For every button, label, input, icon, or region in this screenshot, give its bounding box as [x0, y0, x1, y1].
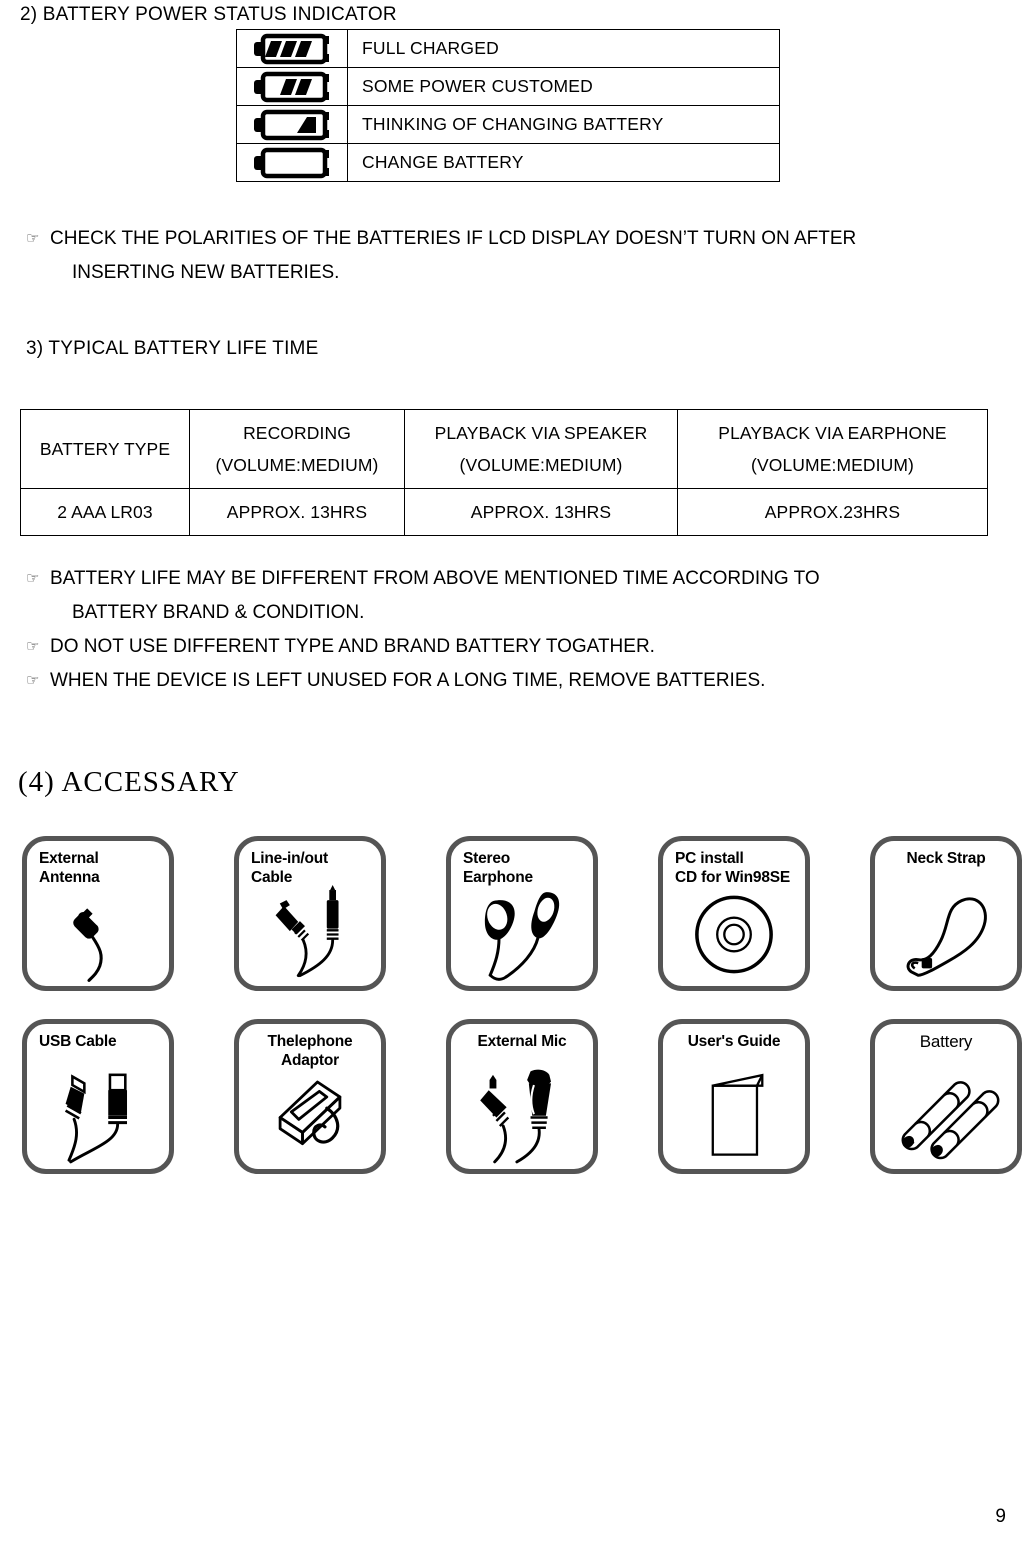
telephone-adaptor-icon [239, 1068, 381, 1167]
battery-indicator-heading: 2) BATTERY POWER STATUS INDICATOR [20, 4, 397, 25]
table-row: 2 AAA LR03 APPROX. 13HRS APPROX. 13HRS A… [20, 488, 988, 536]
pointing-hand-icon: ☞ [26, 638, 40, 655]
accessary-grid: External Antenna Line-in/out Cable Stere… [22, 836, 1022, 1202]
note-item: ☞ WHEN THE DEVICE IS LEFT UNUSED FOR A L… [26, 664, 1010, 698]
pointing-hand-icon: ☞ [26, 570, 40, 587]
column-header-battery-type: BATTERY TYPE [20, 409, 190, 489]
cell-recording: APPROX. 13HRS [189, 488, 405, 536]
table-header-row: BATTERY TYPE RECORDING (VOLUME:MEDIUM) P… [20, 409, 988, 489]
note-line1: WHEN THE DEVICE IS LEFT UNUSED FOR A LON… [50, 670, 766, 691]
battery-full-icon [254, 33, 329, 64]
accessary-label: External Mic [477, 1033, 567, 1050]
note-item: ☞ BATTERY LIFE MAY BE DIFFERENT FROM ABO… [26, 562, 1010, 630]
accessary-item-battery: Battery [870, 1019, 1022, 1174]
cd-disc-icon [663, 885, 805, 984]
cell-battery-type: 2 AAA LR03 [20, 488, 190, 536]
table-row: SOME POWER CUSTOMED [236, 67, 780, 106]
battery-two-bar-icon [254, 71, 329, 102]
accessary-item-neck-strap: Neck Strap [870, 836, 1022, 991]
audio-cable-icon [239, 885, 381, 984]
accessary-label: Battery [919, 1032, 973, 1051]
table-row: CHANGE BATTERY [236, 143, 780, 182]
table-row: THINKING OF CHANGING BATTERY [236, 105, 780, 144]
accessary-item-external-mic: External Mic [446, 1019, 598, 1174]
accessary-label: Stereo Earphone [463, 850, 533, 886]
accessary-row-2: USB Cable Thelephone Adaptor External Mi… [22, 1019, 1022, 1174]
battery-status-label: CHANGE BATTERY [347, 143, 780, 182]
battery-one-bar-icon-cell [236, 105, 348, 144]
note-line2: BATTERY BRAND & CONDITION. [72, 602, 365, 623]
battery-life-table: BATTERY TYPE RECORDING (VOLUME:MEDIUM) P… [20, 409, 988, 536]
note-line1: BATTERY LIFE MAY BE DIFFERENT FROM ABOVE… [50, 568, 820, 589]
accessary-item-stereo-earphone: Stereo Earphone [446, 836, 598, 991]
booklet-icon [663, 1068, 805, 1167]
accessary-label: Line-in/out Cable [251, 850, 329, 886]
note-polarities: ☞ CHECK THE POLARITIES OF THE BATTERIES … [26, 222, 1010, 290]
battery-two-bar-icon-cell [236, 67, 348, 106]
accessary-label: Neck Strap [906, 850, 986, 867]
cell-speaker: APPROX. 13HRS [404, 488, 678, 536]
battery-empty-icon [254, 147, 329, 178]
note-line1: DO NOT USE DIFFERENT TYPE AND BRAND BATT… [50, 636, 655, 657]
antenna-plug-icon [27, 885, 169, 984]
aaa-batteries-icon [875, 1068, 1017, 1167]
column-header-playback-speaker: PLAYBACK VIA SPEAKER (VOLUME:MEDIUM) [404, 409, 678, 489]
battery-status-label: SOME POWER CUSTOMED [347, 67, 780, 106]
battery-status-label: THINKING OF CHANGING BATTERY [347, 105, 780, 144]
accessary-row-1: External Antenna Line-in/out Cable Stere… [22, 836, 1022, 991]
note-polarities-line1: CHECK THE POLARITIES OF THE BATTERIES IF… [50, 228, 857, 249]
external-mic-icon [451, 1068, 593, 1167]
document-page: 2) BATTERY POWER STATUS INDICATOR FULL C… [0, 0, 1030, 1542]
earphone-icon [451, 885, 593, 984]
table-row: FULL CHARGED [236, 29, 780, 68]
accessary-item-external-antenna: External Antenna [22, 836, 174, 991]
battery-status-label: FULL CHARGED [347, 29, 780, 68]
battery-one-bar-icon [254, 109, 329, 140]
pointing-hand-icon: ☞ [26, 230, 40, 247]
accessary-item-users-guide: User's Guide [658, 1019, 810, 1174]
cell-earphone: APPROX.23HRS [677, 488, 988, 536]
accessary-label: User's Guide [687, 1033, 781, 1050]
column-header-playback-earphone: PLAYBACK VIA EARPHONE (VOLUME:MEDIUM) [677, 409, 988, 489]
accessary-item-pc-install-cd: PC install CD for Win98SE [658, 836, 810, 991]
neck-strap-icon [875, 885, 1017, 984]
accessary-item-line-in-out-cable: Line-in/out Cable [234, 836, 386, 991]
notes-battery: ☞ BATTERY LIFE MAY BE DIFFERENT FROM ABO… [26, 562, 1010, 698]
usb-cable-icon [27, 1068, 169, 1167]
battery-empty-icon-cell [236, 143, 348, 182]
accessary-item-usb-cable: USB Cable [22, 1019, 174, 1174]
accessary-item-telephone-adaptor: Thelephone Adaptor [234, 1019, 386, 1174]
column-header-recording: RECORDING (VOLUME:MEDIUM) [189, 409, 405, 489]
accessary-label: External Antenna [39, 850, 100, 886]
battery-full-icon-cell [236, 29, 348, 68]
life-time-heading: 3) TYPICAL BATTERY LIFE TIME [26, 338, 319, 359]
accessary-heading: (4) ACCESSARY [18, 766, 240, 798]
accessary-label: PC install CD for Win98SE [675, 850, 791, 886]
note-item: ☞ DO NOT USE DIFFERENT TYPE AND BRAND BA… [26, 630, 1010, 664]
accessary-label: Thelephone Adaptor [267, 1033, 353, 1069]
battery-status-table: FULL CHARGED SOME POWER CUSTOMED THINKIN… [236, 29, 780, 182]
accessary-label: USB Cable [39, 1033, 117, 1050]
note-polarities-line2: INSERTING NEW BATTERIES. [72, 262, 340, 283]
page-number: 9 [995, 1506, 1006, 1527]
pointing-hand-icon: ☞ [26, 672, 40, 689]
